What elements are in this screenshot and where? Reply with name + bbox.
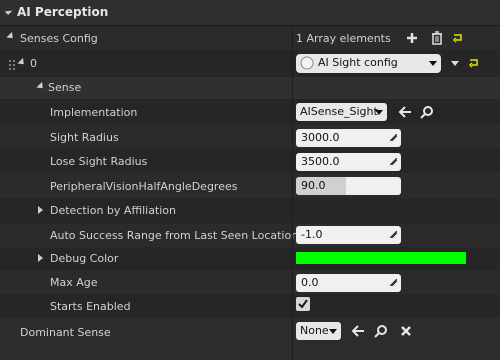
ai-perception-panel: AI Perception Senses Config 1 Array elem…: [0, 0, 500, 360]
expand-icon[interactable]: [6, 31, 16, 42]
starts-enabled-checkbox[interactable]: [296, 297, 310, 311]
expand-icon[interactable]: [36, 81, 46, 92]
implementation-row: Implementation AISense_Sight: [0, 99, 500, 125]
sight-radius-row: Sight Radius 3000.0: [0, 125, 500, 149]
senses-config-row: Senses Config 1 Array elements: [0, 26, 500, 50]
sense-config-dropdown[interactable]: AI Sight config: [296, 54, 441, 73]
collapse-icon[interactable]: [4, 7, 13, 15]
browse-search-icon[interactable]: [374, 324, 388, 338]
auto-success-range-row: Auto Success Range from Last Seen Locati…: [0, 223, 500, 247]
clear-icon[interactable]: [400, 325, 412, 337]
sight-radius-input[interactable]: 3000.0: [296, 129, 401, 147]
drag-value-icon: [390, 231, 397, 238]
sense-row: Sense: [0, 77, 500, 99]
expand-icon[interactable]: [38, 206, 43, 214]
max-age-label: Max Age: [50, 276, 98, 289]
use-selected-arrow-icon[interactable]: [351, 325, 365, 337]
starts-enabled-row: Starts Enabled: [0, 294, 500, 318]
browse-search-icon[interactable]: [420, 105, 434, 119]
drag-value-icon: [390, 158, 397, 165]
checkmark-icon: [298, 299, 308, 309]
array-elements-count: 1 Array elements: [296, 32, 391, 45]
category-header[interactable]: AI Perception: [0, 0, 500, 26]
dominant-sense-row: Dominant Sense None: [0, 318, 500, 360]
peripheral-vision-row: PeripheralVisionHalfAngleDegrees 90.0: [0, 173, 500, 198]
expand-icon[interactable]: [17, 57, 27, 68]
add-element-icon[interactable]: [405, 31, 419, 45]
expand-icon[interactable]: [38, 254, 43, 262]
implementation-dropdown[interactable]: AISense_Sight: [296, 103, 387, 121]
sense-config-value: AI Sight config: [318, 56, 398, 69]
category-title: AI Perception: [17, 5, 109, 19]
column-divider: [292, 26, 293, 360]
reset-to-default-icon[interactable]: [452, 32, 464, 44]
dominant-sense-dropdown[interactable]: None: [296, 322, 341, 340]
array-index-label: 0: [30, 57, 37, 70]
drag-handle-icon[interactable]: [8, 59, 16, 71]
max-age-row: Max Age 0.0: [0, 270, 500, 294]
auto-success-range-label: Auto Success Range from Last Seen Locati…: [50, 229, 299, 242]
detection-by-affiliation-label: Detection by Affiliation: [50, 204, 177, 217]
lose-sight-radius-row: Lose Sight Radius 3500.0: [0, 149, 500, 173]
asset-icon: [300, 56, 314, 70]
chevron-down-icon: [329, 329, 337, 334]
use-selected-arrow-icon[interactable]: [398, 106, 412, 118]
implementation-value: AISense_Sight: [300, 105, 378, 118]
senses-config-label: Senses Config: [20, 32, 98, 45]
debug-color-label: Debug Color: [50, 252, 119, 265]
sense-label: Sense: [48, 81, 82, 94]
sight-radius-value: 3000.0: [301, 131, 340, 144]
peripheral-vision-value: 90.0: [301, 179, 326, 192]
implementation-label: Implementation: [50, 106, 138, 119]
chevron-down-icon: [375, 110, 383, 115]
drag-value-icon: [390, 279, 397, 286]
auto-success-range-input[interactable]: -1.0: [296, 226, 401, 244]
sight-radius-label: Sight Radius: [50, 131, 119, 144]
lose-sight-radius-value: 3500.0: [301, 155, 340, 168]
reset-to-default-icon[interactable]: [468, 57, 480, 69]
array-element-row: 0 AI Sight config: [0, 50, 500, 77]
peripheral-vision-slider[interactable]: 90.0: [296, 177, 401, 195]
chevron-down-icon: [429, 61, 437, 66]
peripheral-vision-label: PeripheralVisionHalfAngleDegrees: [50, 180, 238, 193]
dominant-sense-value: None: [300, 324, 329, 337]
drag-value-icon: [390, 134, 397, 141]
max-age-value: 0.0: [301, 276, 319, 289]
starts-enabled-label: Starts Enabled: [50, 300, 131, 313]
dominant-sense-label: Dominant Sense: [20, 326, 111, 339]
row-options-icon[interactable]: [450, 60, 460, 68]
lose-sight-radius-label: Lose Sight Radius: [50, 155, 148, 168]
debug-color-swatch[interactable]: [296, 252, 466, 264]
auto-success-range-value: -1.0: [301, 228, 323, 241]
delete-all-icon[interactable]: [430, 30, 444, 46]
detection-by-affiliation-row: Detection by Affiliation: [0, 198, 500, 223]
max-age-input[interactable]: 0.0: [296, 274, 401, 292]
lose-sight-radius-input[interactable]: 3500.0: [296, 153, 401, 171]
